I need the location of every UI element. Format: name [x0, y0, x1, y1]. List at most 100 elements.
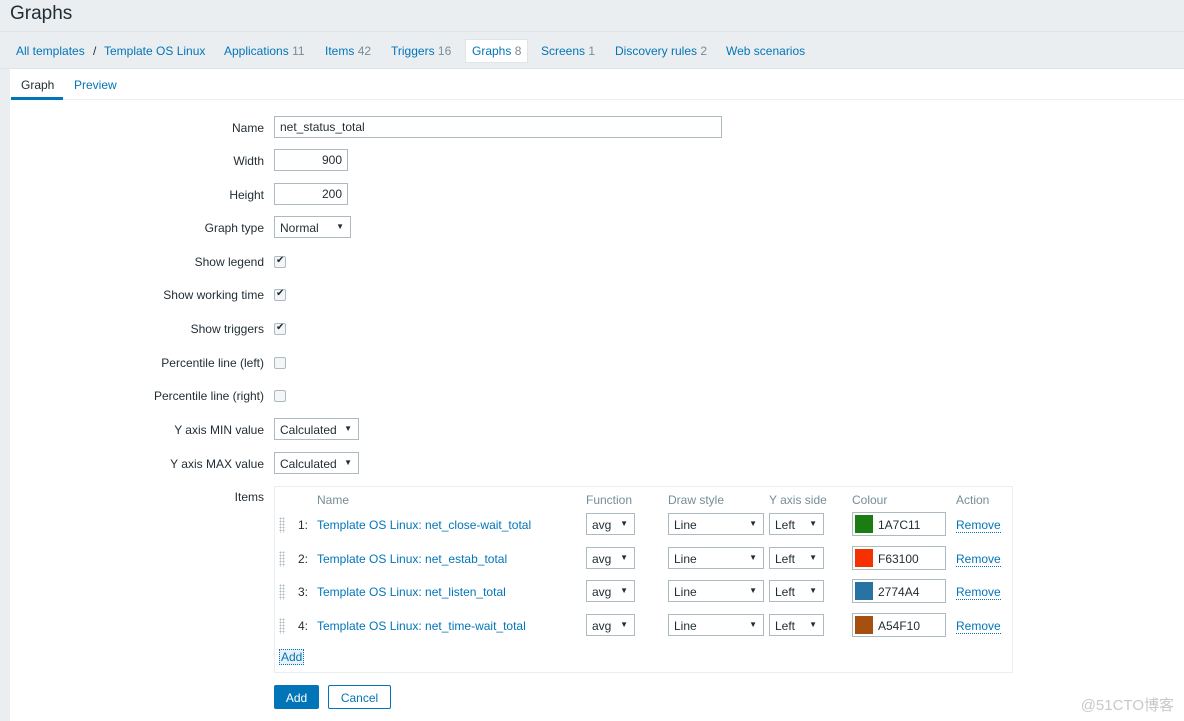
width-label: Width — [233, 154, 264, 168]
draw-style-select[interactable]: Line ▼ — [668, 614, 764, 636]
drag-handle-icon[interactable] — [279, 584, 285, 600]
percentile-left-checkbox[interactable] — [274, 357, 286, 369]
chevron-down-icon: ▼ — [749, 553, 757, 562]
width-input[interactable]: 900 — [274, 149, 348, 171]
nav-discovery-rules[interactable]: Discovery rules 2 — [615, 44, 707, 58]
chevron-down-icon: ▼ — [620, 553, 628, 562]
show-triggers-label: Show triggers — [190, 322, 264, 336]
show-legend-checkbox[interactable]: ✔ — [274, 255, 286, 268]
colour-picker[interactable]: A54F10 — [852, 613, 946, 637]
colour-swatch[interactable] — [855, 549, 873, 567]
item-row: 1: Template OS Linux: net_close-wait_tot… — [275, 512, 1012, 537]
name-input[interactable]: net_status_total — [274, 116, 722, 138]
percentile-right-checkbox[interactable] — [274, 390, 286, 402]
remove-link[interactable]: Remove — [956, 518, 1001, 533]
items-table: Name Function Draw style Y axis side Col… — [274, 486, 1013, 673]
tab-graph[interactable]: Graph — [21, 78, 54, 92]
drag-handle-icon[interactable] — [279, 551, 285, 567]
chevron-down-icon: ▼ — [620, 519, 628, 528]
template-navbar: All templates / Template OS Linux Applic… — [0, 32, 1184, 69]
function-select[interactable]: avg ▼ — [586, 547, 635, 569]
header-colour: Colour — [852, 493, 888, 507]
item-name-link[interactable]: Template OS Linux: net_time-wait_total — [317, 619, 526, 633]
drag-handle-icon[interactable] — [279, 618, 285, 634]
breadcrumb-template[interactable]: Template OS Linux — [104, 44, 205, 58]
count-badge: 42 — [357, 44, 372, 58]
colour-picker[interactable]: 1A7C11 — [852, 512, 946, 536]
colour-swatch[interactable] — [855, 582, 873, 600]
header-draw-style: Draw style — [668, 493, 725, 507]
y-axis-side-select[interactable]: Left ▼ — [769, 513, 824, 535]
item-row: 3: Template OS Linux: net_listen_total a… — [275, 579, 1012, 604]
colour-swatch[interactable] — [855, 515, 873, 533]
add-item-link[interactable]: Add — [279, 649, 305, 665]
remove-link[interactable]: Remove — [956, 619, 1001, 634]
item-name-link[interactable]: Template OS Linux: net_listen_total — [317, 585, 506, 599]
page-title: Graphs — [10, 3, 73, 24]
item-number: 4: — [298, 619, 309, 633]
chevron-down-icon: ▼ — [809, 620, 817, 629]
item-row: 2: Template OS Linux: net_estab_total av… — [275, 546, 1012, 571]
remove-link[interactable]: Remove — [956, 552, 1001, 567]
nav-triggers[interactable]: Triggers 16 — [391, 44, 451, 58]
add-button[interactable]: Add — [274, 685, 319, 709]
drag-handle-icon[interactable] — [279, 517, 285, 533]
percentile-left-label: Percentile line (left) — [161, 356, 264, 370]
chevron-down-icon: ▼ — [809, 553, 817, 562]
check-icon: ✔ — [276, 322, 285, 333]
percentile-right-label: Percentile line (right) — [153, 389, 264, 403]
height-label: Height — [229, 188, 264, 202]
header-y-axis-side: Y axis side — [769, 493, 827, 507]
nav-web-scenarios[interactable]: Web scenarios — [726, 44, 805, 58]
count-badge: 8 — [514, 44, 522, 58]
items-label: Items — [234, 490, 264, 504]
item-row: 4: Template OS Linux: net_time-wait_tota… — [275, 613, 1012, 638]
item-number: 3: — [298, 585, 309, 599]
draw-style-select[interactable]: Line ▼ — [668, 580, 764, 602]
nav-applications[interactable]: Applications 11 — [224, 44, 305, 58]
y-axis-side-select[interactable]: Left ▼ — [769, 580, 824, 602]
colour-picker[interactable]: F63100 — [852, 546, 946, 570]
breadcrumb-all-templates[interactable]: All templates — [16, 44, 85, 58]
show-working-time-label: Show working time — [163, 288, 264, 302]
chevron-down-icon: ▼ — [344, 458, 352, 467]
item-name-link[interactable]: Template OS Linux: net_close-wait_total — [317, 518, 531, 532]
remove-link[interactable]: Remove — [956, 585, 1001, 600]
chevron-down-icon: ▼ — [749, 586, 757, 595]
header-action: Action — [956, 493, 990, 507]
ymin-select[interactable]: Calculated ▼ — [274, 418, 359, 440]
graph-form-card: Graph Preview Name net_status_total Widt… — [10, 69, 1184, 721]
draw-style-select[interactable]: Line ▼ — [668, 547, 764, 569]
function-select[interactable]: avg ▼ — [586, 580, 635, 602]
colour-swatch[interactable] — [855, 616, 873, 634]
height-input[interactable]: 200 — [274, 183, 348, 205]
check-icon: ✔ — [276, 288, 285, 299]
show-triggers-checkbox[interactable]: ✔ — [274, 322, 286, 335]
chevron-down-icon: ▼ — [620, 586, 628, 595]
ymin-label: Y axis MIN value — [174, 423, 264, 437]
name-label: Name — [231, 121, 264, 135]
colour-picker[interactable]: 2774A4 — [852, 579, 946, 603]
graph-type-select[interactable]: Normal ▼ — [274, 216, 351, 238]
nav-items[interactable]: Items 42 — [325, 44, 371, 58]
show-working-time-checkbox[interactable]: ✔ — [274, 288, 286, 301]
cancel-button[interactable]: Cancel — [328, 685, 391, 709]
breadcrumb-separator: / — [93, 44, 97, 58]
tab-preview[interactable]: Preview — [74, 78, 117, 92]
draw-style-select[interactable]: Line ▼ — [668, 513, 764, 535]
graph-type-label: Graph type — [204, 221, 264, 235]
ymax-select[interactable]: Calculated ▼ — [274, 452, 359, 474]
function-select[interactable]: avg ▼ — [586, 614, 635, 636]
header-name: Name — [317, 493, 350, 507]
active-tab-indicator — [11, 97, 63, 100]
item-name-link[interactable]: Template OS Linux: net_estab_total — [317, 552, 507, 566]
watermark: @51CTO博客 — [1080, 697, 1174, 714]
y-axis-side-select[interactable]: Left ▼ — [769, 547, 824, 569]
y-axis-side-select[interactable]: Left ▼ — [769, 614, 824, 636]
nav-screens[interactable]: Screens 1 — [541, 44, 595, 58]
function-select[interactable]: avg ▼ — [586, 513, 635, 535]
nav-graphs[interactable]: Graphs 8 — [465, 39, 529, 63]
count-badge: 1 — [588, 44, 596, 58]
item-number: 2: — [298, 552, 309, 566]
chevron-down-icon: ▼ — [620, 620, 628, 629]
